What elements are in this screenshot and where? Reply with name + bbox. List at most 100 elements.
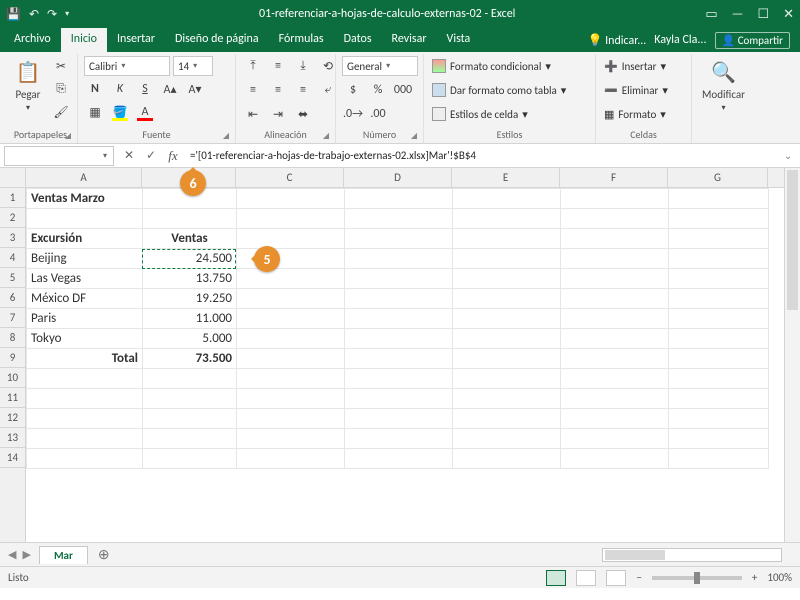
delete-cells-button[interactable]: ➖ Eliminar ▾	[602, 80, 670, 100]
format-table-button[interactable]: Dar formato como tabla ▾	[430, 80, 568, 100]
row-header[interactable]: 10	[0, 368, 25, 388]
cell-a9[interactable]: Total	[27, 349, 143, 369]
user-name[interactable]: Kayla Cla...	[654, 33, 706, 47]
zoom-out-icon[interactable]: −	[636, 571, 641, 584]
view-pagebreak-icon[interactable]	[606, 570, 626, 586]
close-icon[interactable]: ✕	[783, 7, 794, 22]
tab-diseno[interactable]: Diseño de página	[165, 28, 269, 52]
font-size-combo[interactable]: 14▾	[173, 56, 213, 76]
cell-b9[interactable]: 73.500	[143, 349, 237, 369]
select-all-corner[interactable]	[0, 168, 26, 188]
maximize-icon[interactable]: ☐	[757, 7, 769, 22]
undo-icon[interactable]: ↶	[29, 7, 39, 22]
tell-me[interactable]: 💡 Indicar...	[587, 33, 646, 48]
cell-a1[interactable]: Ventas Marzo	[27, 189, 143, 209]
tab-vista[interactable]: Vista	[437, 28, 481, 52]
copy-icon[interactable]: ⎘	[50, 79, 72, 99]
row-header[interactable]: 1	[0, 188, 25, 208]
increase-decimal-icon[interactable]: .0→	[342, 104, 364, 124]
align-top-icon[interactable]: ⤒	[242, 56, 264, 76]
tab-archivo[interactable]: Archivo	[4, 28, 61, 52]
col-header-e[interactable]: E	[452, 168, 560, 187]
decrease-font-icon[interactable]: A▾	[184, 79, 206, 99]
percent-icon[interactable]: %	[367, 80, 389, 100]
col-header-a[interactable]: A	[26, 168, 142, 187]
increase-font-icon[interactable]: A▴	[159, 79, 181, 99]
zoom-slider[interactable]	[652, 576, 742, 580]
zoom-in-icon[interactable]: +	[752, 571, 757, 584]
row-header[interactable]: 9	[0, 348, 25, 368]
cell-a6[interactable]: México DF	[27, 289, 143, 309]
align-right-icon[interactable]: ≡	[292, 80, 314, 100]
cell-b5[interactable]: 13.750	[143, 269, 237, 289]
increase-indent-icon[interactable]: ⇥	[267, 104, 289, 124]
insert-cells-button[interactable]: ➕ Insertar ▾	[602, 56, 668, 76]
redo-icon[interactable]: ↷	[47, 7, 57, 22]
expand-formula-icon[interactable]: ⌄	[784, 149, 800, 162]
view-normal-icon[interactable]	[546, 570, 566, 586]
name-box[interactable]: ▾	[4, 146, 114, 166]
row-header[interactable]: 4	[0, 248, 25, 268]
row-header[interactable]: 7	[0, 308, 25, 328]
font-name-combo[interactable]: Calibri▾	[84, 56, 170, 76]
row-header[interactable]: 14	[0, 448, 25, 468]
cell-b7[interactable]: 11.000	[143, 309, 237, 329]
tab-formulas[interactable]: Fórmulas	[269, 28, 334, 52]
ribbon-options-icon[interactable]: ▭	[705, 7, 717, 22]
align-bottom-icon[interactable]: ⤓	[292, 56, 314, 76]
cell-styles-button[interactable]: Estilos de celda ▾	[430, 104, 530, 124]
cancel-formula-icon[interactable]: ✕	[118, 148, 140, 163]
font-color-icon[interactable]: A	[134, 102, 156, 122]
cell-a4[interactable]: Beijing	[27, 249, 143, 269]
conditional-format-button[interactable]: Formato condicional ▾	[430, 56, 553, 76]
tab-datos[interactable]: Datos	[334, 28, 382, 52]
new-sheet-icon[interactable]: ⊕	[88, 546, 120, 563]
cell-a5[interactable]: Las Vegas	[27, 269, 143, 289]
row-header[interactable]: 12	[0, 408, 25, 428]
qat-dropdown-icon[interactable]: ▾	[65, 9, 69, 19]
cell-b8[interactable]: 5.000	[143, 329, 237, 349]
view-layout-icon[interactable]	[576, 570, 596, 586]
minimize-icon[interactable]: —	[732, 7, 744, 22]
formula-input[interactable]: ='[01-referenciar-a-hojas-de-trabajo-ext…	[184, 149, 784, 162]
align-left-icon[interactable]: ≡	[242, 80, 264, 100]
cut-icon[interactable]: ✂	[50, 56, 72, 76]
bold-button[interactable]: N	[84, 79, 106, 99]
cell-a7[interactable]: Paris	[27, 309, 143, 329]
horizontal-scrollbar[interactable]	[602, 548, 782, 562]
row-header[interactable]: 8	[0, 328, 25, 348]
row-header[interactable]: 6	[0, 288, 25, 308]
underline-button[interactable]: S	[134, 79, 156, 99]
tab-nav-next-icon[interactable]: ▶	[22, 548, 30, 561]
col-header-c[interactable]: C	[236, 168, 344, 187]
borders-icon[interactable]: ▦	[84, 102, 106, 122]
sheet-tab-mar[interactable]: Mar	[39, 546, 88, 564]
align-center-icon[interactable]: ≡	[267, 80, 289, 100]
save-icon[interactable]: 💾	[6, 7, 21, 22]
row-header[interactable]: 5	[0, 268, 25, 288]
comma-icon[interactable]: 000	[392, 80, 414, 100]
merge-icon[interactable]: ⬌	[292, 104, 314, 124]
number-format-combo[interactable]: General▾	[342, 56, 418, 76]
italic-button[interactable]: K	[109, 79, 131, 99]
paste-button[interactable]: 📋 Pegar ▾	[10, 56, 46, 115]
cell-b4[interactable]: 24.500	[143, 249, 237, 269]
currency-icon[interactable]: $	[342, 80, 364, 100]
row-header[interactable]: 3	[0, 228, 25, 248]
cell-b6[interactable]: 19.250	[143, 289, 237, 309]
share-button[interactable]: 👤 Compartir	[715, 32, 791, 49]
format-cells-button[interactable]: ▦ Formato ▾	[602, 104, 668, 124]
editing-button[interactable]: 🔍 Modificar ▾	[698, 56, 749, 115]
tab-insertar[interactable]: Insertar	[107, 28, 165, 52]
decrease-decimal-icon[interactable]: .00	[367, 104, 389, 124]
col-header-f[interactable]: F	[560, 168, 668, 187]
decrease-indent-icon[interactable]: ⇤	[242, 104, 264, 124]
tab-inicio[interactable]: Inicio	[61, 28, 107, 52]
tab-revisar[interactable]: Revisar	[382, 28, 437, 52]
format-painter-icon[interactable]: 🖌	[50, 102, 72, 122]
align-middle-icon[interactable]: ≡	[267, 56, 289, 76]
tab-nav-prev-icon[interactable]: ◀	[8, 548, 16, 561]
vertical-scrollbar[interactable]	[784, 168, 800, 542]
cell-a3[interactable]: Excursión	[27, 229, 143, 249]
row-header[interactable]: 11	[0, 388, 25, 408]
